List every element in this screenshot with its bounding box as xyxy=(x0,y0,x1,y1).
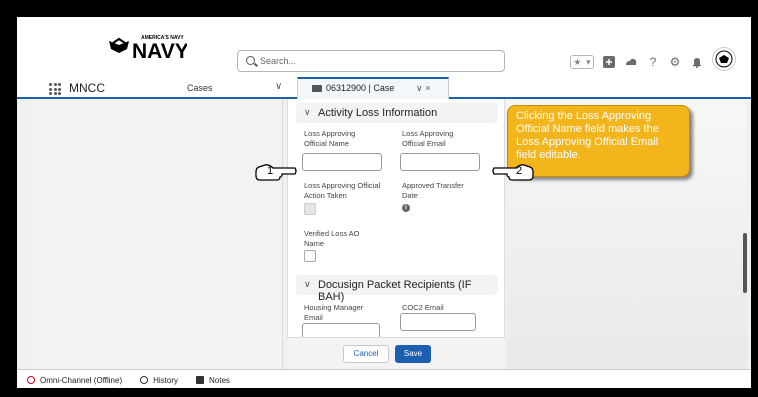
field-label-approved-transfer-date: Approved Transfer Date xyxy=(402,181,464,200)
svg-text:AMERICA'S NAVY: AMERICA'S NAVY xyxy=(141,35,184,41)
app-window: NAVY AMERICA'S NAVY Search... ★ ▾ ? ⚙ MN… xyxy=(15,15,753,390)
case-tab-label: 06312900 | Case xyxy=(326,83,395,93)
utility-bar: Omni-Channel (Offline) History Notes xyxy=(17,369,751,388)
verified-loss-ao-checkbox[interactable] xyxy=(304,250,316,262)
info-icon[interactable]: i xyxy=(402,204,410,212)
notes-item[interactable]: Notes xyxy=(196,376,230,385)
field-label-housing-manager-email: Housing Manager Email xyxy=(304,303,364,322)
app-nav-bar: MNCC Cases ∨ 06312900 | Case ∨ × xyxy=(17,77,751,99)
omni-channel-label: Omni-Channel (Offline) xyxy=(40,375,123,385)
app-launcher-icon[interactable] xyxy=(49,83,61,95)
app-name: MNCC xyxy=(69,81,105,95)
search-icon xyxy=(246,56,255,65)
section-docusign[interactable]: ∨ Docusign Packet Recipients (IF BAH) xyxy=(296,275,498,303)
loss-action-taken-checkbox xyxy=(304,203,316,215)
form-footer: Cancel Save xyxy=(287,337,505,369)
coc2-email-input[interactable] xyxy=(400,313,476,331)
cloud-icon[interactable] xyxy=(624,55,638,69)
plus-icon[interactable] xyxy=(602,55,616,69)
screenshot-frame: NAVY AMERICA'S NAVY Search... ★ ▾ ? ⚙ MN… xyxy=(0,0,758,397)
save-button[interactable]: Save xyxy=(395,345,431,363)
field-label-coc2-email: COC2 Email xyxy=(402,303,444,312)
field-label-verified-loss-ao: Verified Loss AO Name xyxy=(304,229,360,248)
marker-2: 2 xyxy=(516,165,523,177)
gear-icon[interactable]: ⚙ xyxy=(668,55,682,69)
notes-label: Notes xyxy=(209,375,230,385)
annotation-callout: Clicking the Loss Approving Official Nam… xyxy=(507,105,690,177)
pointing-hand-icon-2: 2 xyxy=(492,161,534,183)
section-activity-loss[interactable]: ∨ Activity Loss Information xyxy=(296,103,498,123)
notes-icon xyxy=(196,376,204,384)
field-label-loss-approving-name: Loss Approving Official Name xyxy=(304,129,356,148)
chevron-down-icon[interactable]: ∨ xyxy=(275,81,282,92)
global-search-input[interactable]: Search... xyxy=(237,50,505,72)
chevron-down-icon: ▾ xyxy=(586,56,591,67)
clock-icon xyxy=(140,376,149,384)
marker-1: 1 xyxy=(267,165,274,177)
tab-controls[interactable]: ∨ × xyxy=(416,83,430,94)
field-label-loss-approving-email: Loss Approving Official Email xyxy=(402,129,454,148)
search-placeholder: Search... xyxy=(260,56,297,66)
tab-case-record[interactable]: 06312900 | Case ∨ × xyxy=(297,77,449,99)
chevron-down-icon: ∨ xyxy=(304,107,311,117)
scrollbar-thumb[interactable] xyxy=(743,233,747,293)
star-icon: ★ xyxy=(573,56,582,67)
loss-approving-email-input[interactable] xyxy=(400,153,480,171)
global-header: NAVY AMERICA'S NAVY Search... ★ ▾ ? ⚙ xyxy=(17,17,751,77)
tab-cases[interactable]: Cases xyxy=(187,83,213,93)
header-icon-group: ★ ▾ ? ⚙ xyxy=(570,55,704,69)
loss-approving-name-input[interactable] xyxy=(302,153,382,171)
favorites-button[interactable]: ★ ▾ xyxy=(570,55,594,69)
edit-form-panel: ∨ Activity Loss Information Loss Approvi… xyxy=(287,99,505,369)
history-item[interactable]: History xyxy=(140,376,178,385)
history-label: History xyxy=(153,375,178,385)
svg-text:NAVY: NAVY xyxy=(132,40,187,63)
help-icon[interactable]: ? xyxy=(646,55,660,69)
section-title: Activity Loss Information xyxy=(318,107,438,119)
offline-status-icon xyxy=(27,376,35,384)
briefcase-icon xyxy=(312,85,322,92)
section-title: Docusign Packet Recipients (IF BAH) xyxy=(318,279,472,303)
cancel-button[interactable]: Cancel xyxy=(343,345,389,363)
pointing-hand-icon-1: 1 xyxy=(255,161,297,183)
left-record-column xyxy=(33,99,283,369)
bell-icon[interactable] xyxy=(690,55,704,69)
omni-channel-item[interactable]: Omni-Channel (Offline) xyxy=(27,376,122,385)
chevron-down-icon: ∨ xyxy=(304,279,311,289)
user-avatar[interactable] xyxy=(712,47,736,71)
navy-logo: NAVY AMERICA'S NAVY xyxy=(107,31,189,63)
field-label-loss-action-taken: Loss Approving Official Action Taken xyxy=(304,181,381,200)
